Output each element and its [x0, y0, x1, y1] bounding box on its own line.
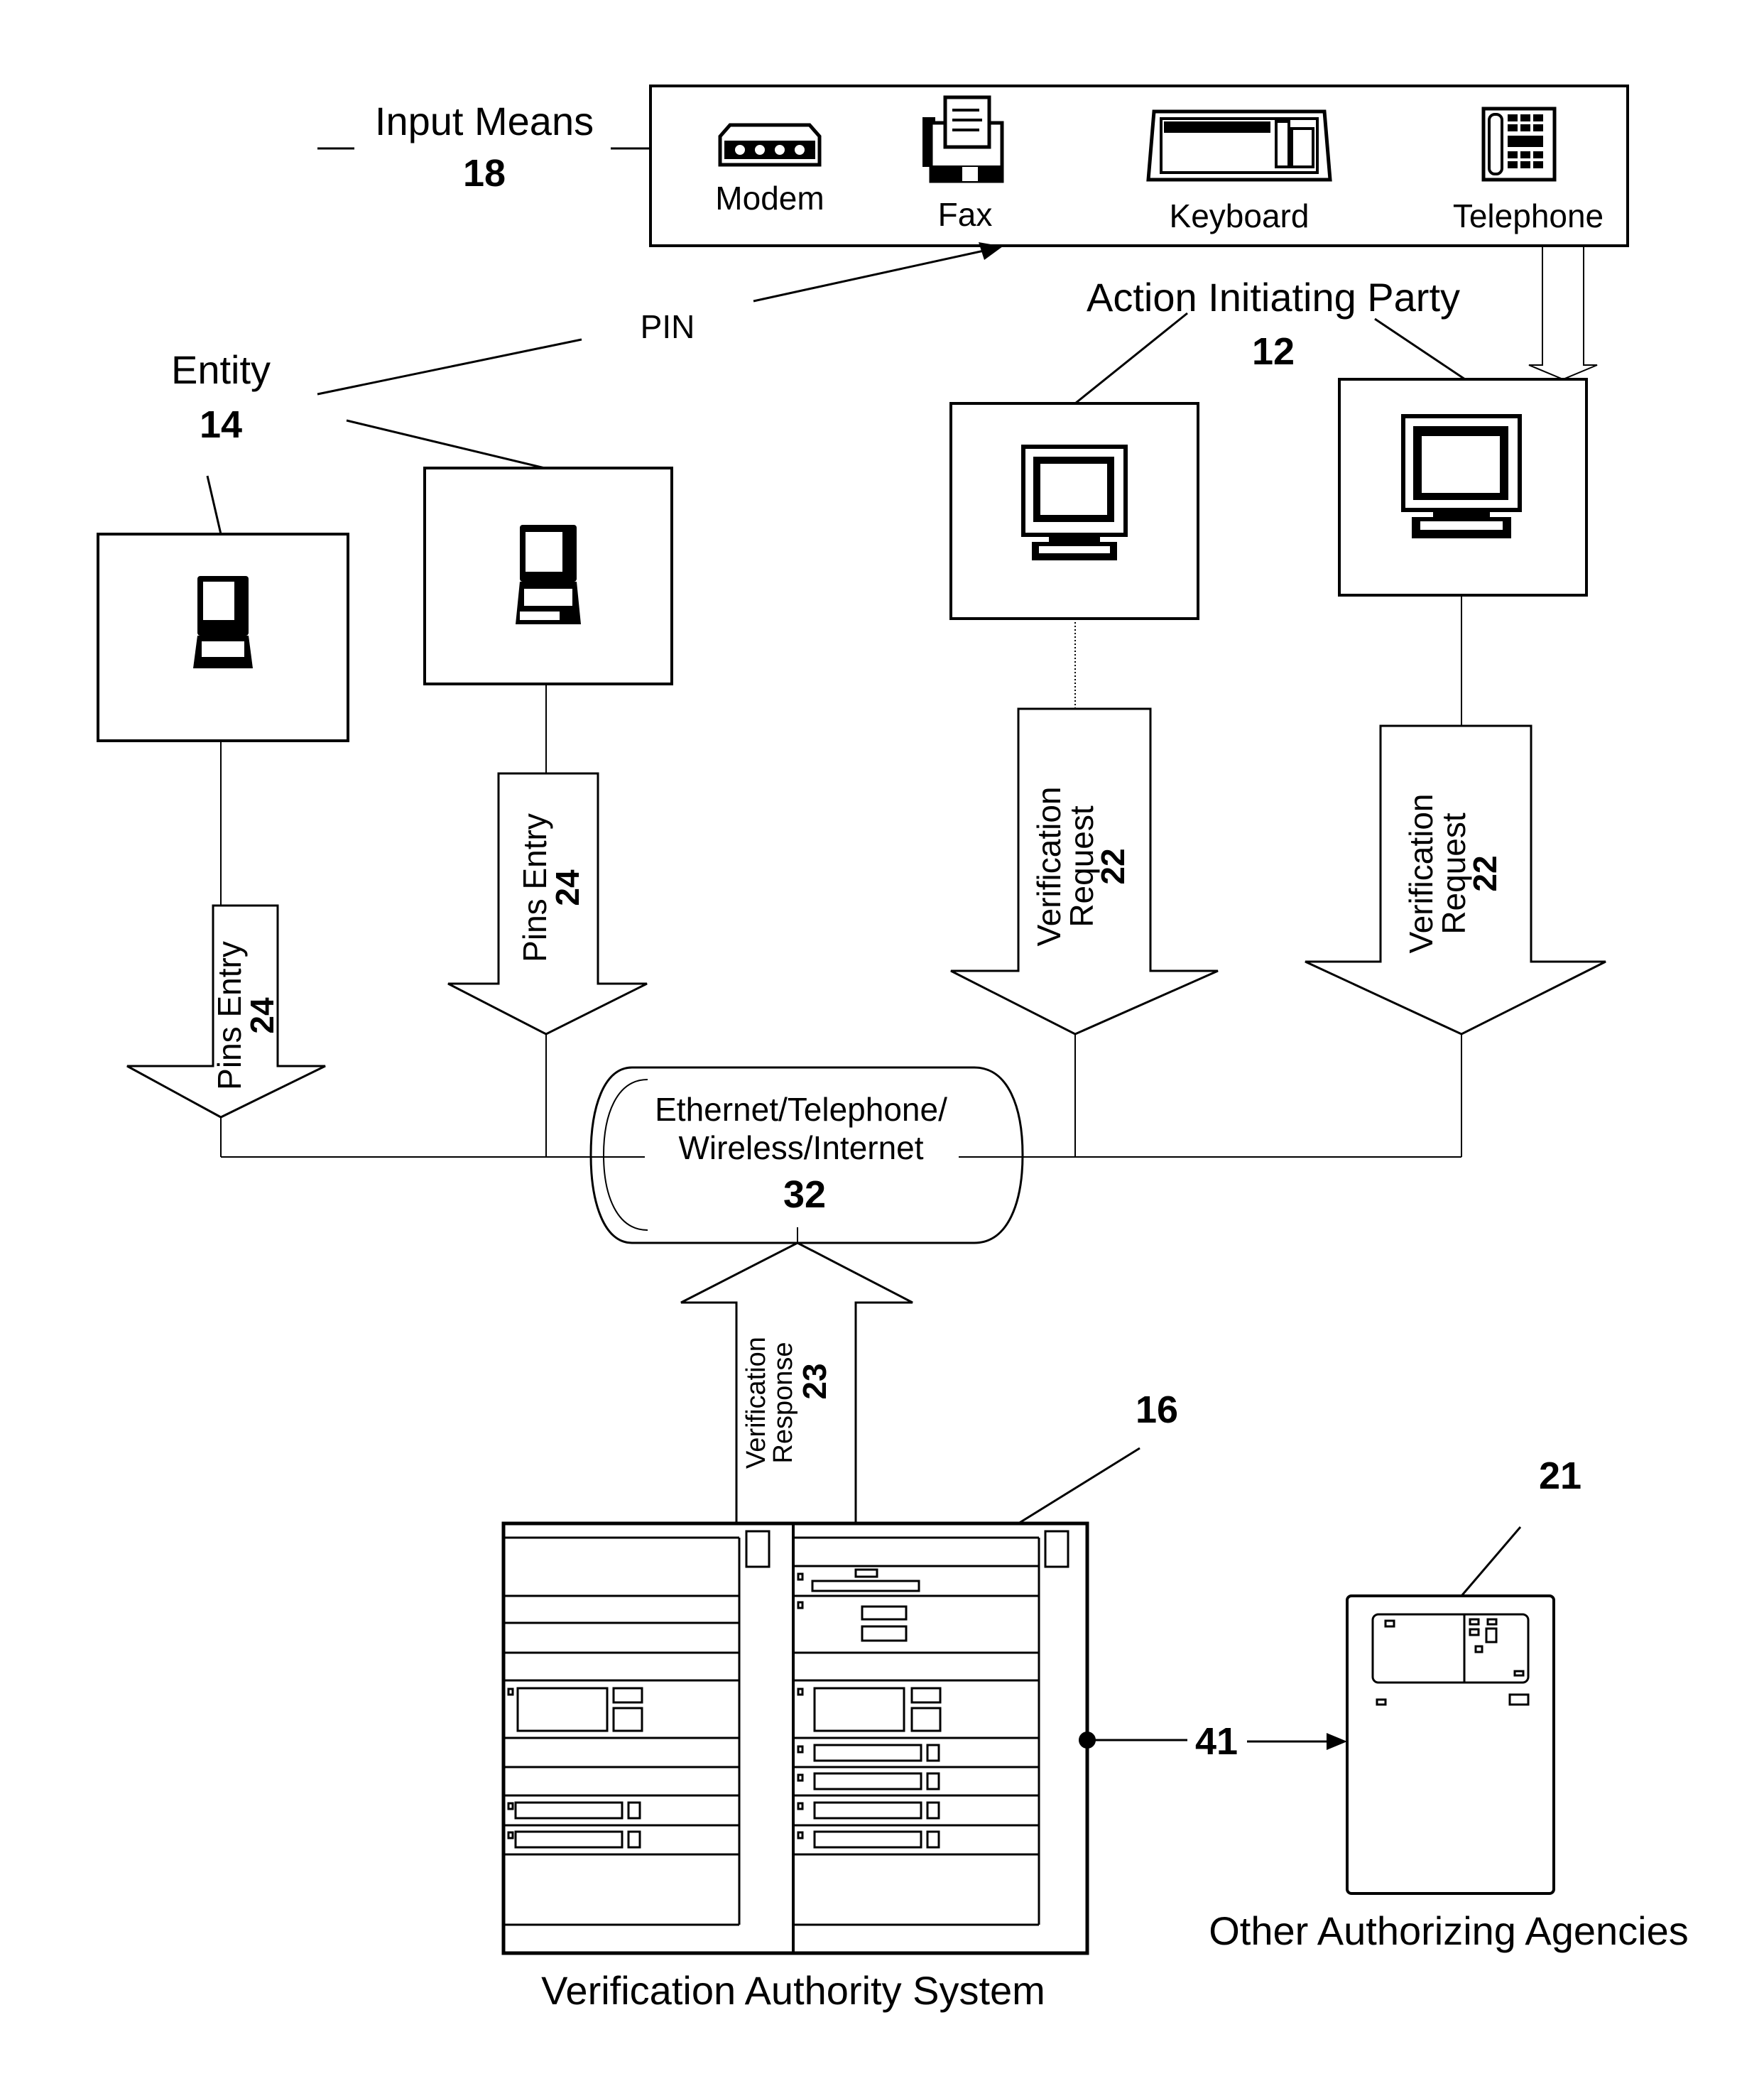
desktop-computer-icon — [1401, 414, 1522, 538]
entity-label: Entity — [171, 347, 271, 392]
link-ref: 41 — [1195, 1720, 1238, 1763]
keyboard-label: Keyboard — [1170, 197, 1310, 234]
modem-icon — [718, 123, 822, 167]
pins-entry-ref-1: 24 — [244, 997, 281, 1034]
server-cabinet-icon — [1346, 1594, 1555, 1895]
telephone-link-arrow — [1528, 246, 1598, 381]
pin-arrow-line — [753, 249, 988, 303]
entity-pin-line — [317, 338, 582, 396]
laptop-icon — [193, 576, 253, 668]
verification-request-label1-1: Verification — [1030, 786, 1067, 946]
keyboard-icon — [1146, 109, 1332, 182]
aip-label: Action Initiating Party — [1087, 275, 1460, 320]
link-arrowhead — [1327, 1733, 1347, 1750]
aip-leader-2 — [1374, 317, 1466, 381]
pins-entry-label-1: Pins Entry — [211, 941, 248, 1090]
other-agencies-leader — [1460, 1526, 1522, 1597]
network-label-line1: Ethernet/Telephone/ — [655, 1091, 947, 1128]
verification-authority-caption: Verification Authority System — [541, 1968, 1045, 2013]
verification-request-ref-2: 22 — [1466, 855, 1503, 891]
pins-entry-label-2: Pins Entry — [516, 813, 553, 962]
verification-request-ref-1: 22 — [1094, 848, 1131, 884]
other-agencies-caption: Other Authorizing Agencies — [1209, 1908, 1689, 1953]
modem-label: Modem — [715, 180, 824, 217]
other-agencies-ref: 21 — [1539, 1455, 1581, 1497]
server-rack-icon — [501, 1521, 1089, 1955]
aip-ref: 12 — [1252, 330, 1295, 373]
verification-system-diagram: Input Means 18 Modem Fax Keyboard Teleph… — [97, 85, 1689, 2013]
pins-entry-ref-2: 24 — [549, 869, 586, 906]
verification-response-label2: Response — [768, 1342, 798, 1463]
pin-label: PIN — [641, 308, 695, 345]
telephone-label: Telephone — [1453, 197, 1604, 234]
network-label-line2: Wireless/Internet — [678, 1129, 923, 1166]
verification-response-ref: 23 — [796, 1363, 833, 1399]
aip-leader-1 — [1074, 312, 1188, 405]
verification-response-label1: Verification — [741, 1337, 771, 1469]
verification-request-label1-2: Verification — [1403, 793, 1439, 953]
telephone-icon — [1481, 107, 1557, 182]
fax-label: Fax — [938, 196, 993, 233]
desktop-computer-icon — [1021, 445, 1128, 560]
input-means-ref: 18 — [463, 152, 506, 195]
verification-authority-ref: 16 — [1136, 1388, 1178, 1431]
laptop-icon — [516, 525, 581, 624]
input-means-label: Input Means — [375, 99, 594, 143]
entity-ref: 14 — [200, 403, 242, 446]
entity-leader-2 — [346, 419, 545, 469]
input-means-group: Input Means 18 Modem Fax Keyboard Teleph… — [317, 85, 1629, 247]
entity-leader-1 — [206, 475, 222, 535]
verification-authority-leader — [1018, 1447, 1140, 1525]
network-ref: 32 — [783, 1173, 826, 1216]
